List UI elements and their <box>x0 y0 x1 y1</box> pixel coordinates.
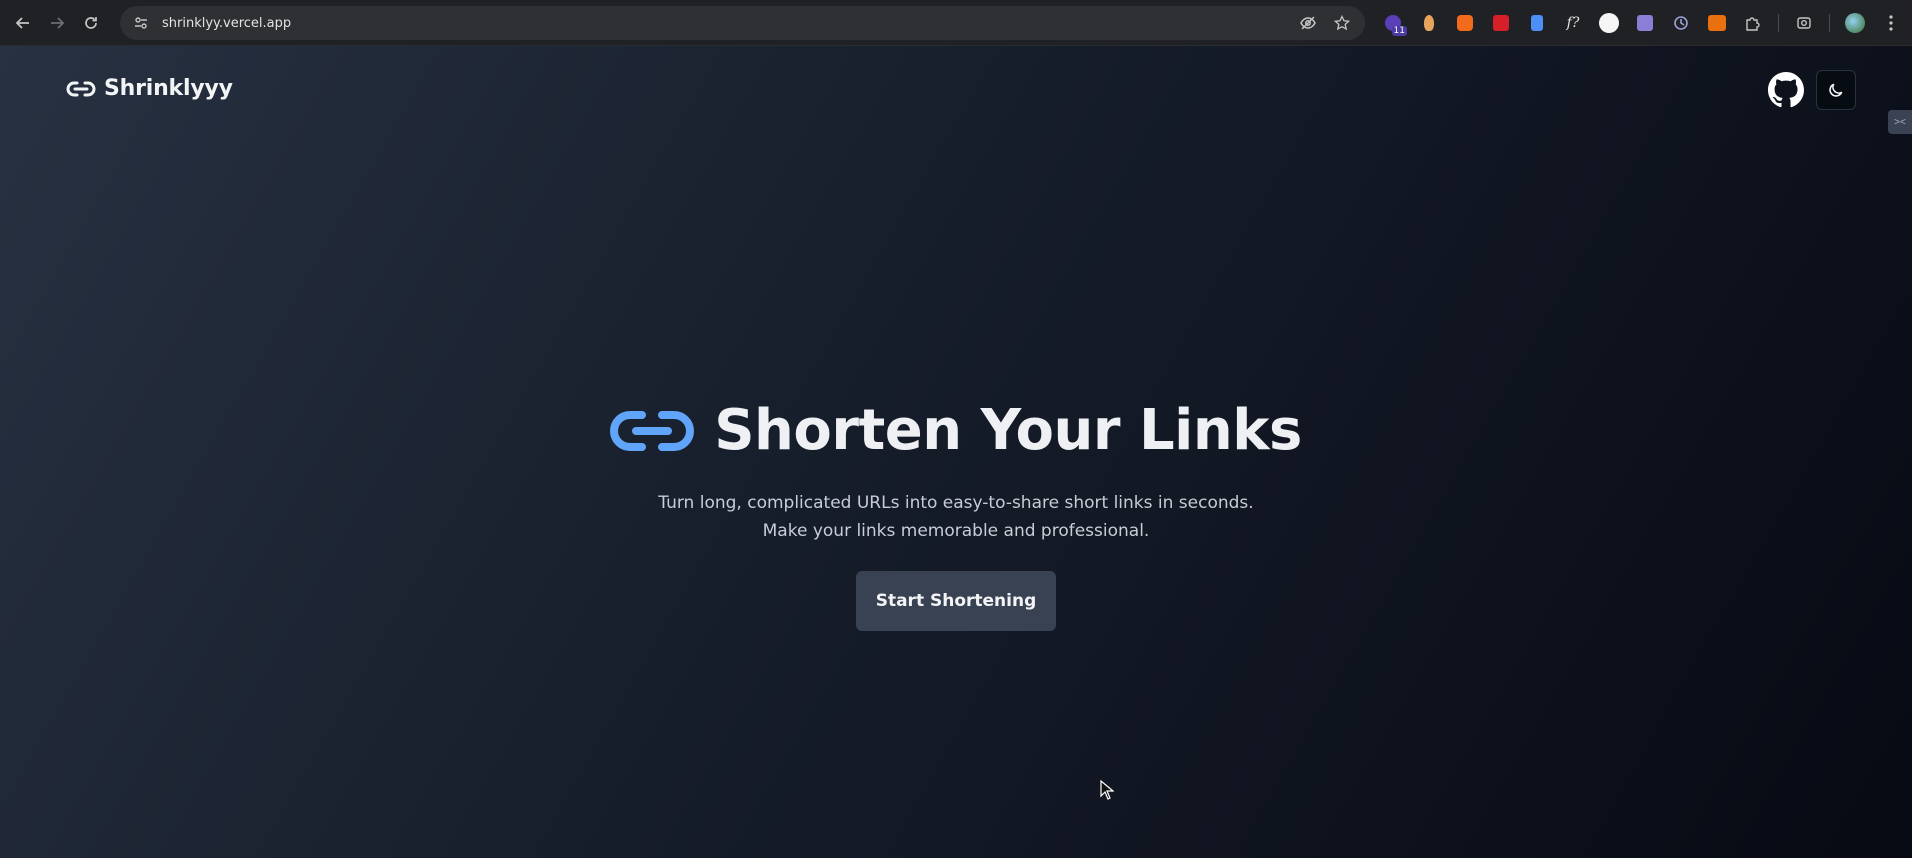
profile-avatar-button[interactable] <box>1840 8 1870 38</box>
screenshot-button[interactable] <box>1789 8 1819 38</box>
extension-fox[interactable] <box>1414 8 1444 38</box>
extension-mail[interactable] <box>1630 8 1660 38</box>
hero-section: Shorten Your Links Turn long, complicate… <box>0 398 1912 631</box>
header-actions <box>1766 70 1856 110</box>
reload-icon <box>85 16 97 29</box>
fox-extension-icon <box>1424 15 1434 31</box>
address-bar[interactable]: shrinklyy.vercel.app <box>120 6 1365 40</box>
brand-logo[interactable]: Shrinklyyy <box>66 76 233 101</box>
orange-extension-icon <box>1457 15 1473 31</box>
extension-orange[interactable] <box>1450 8 1480 38</box>
back-arrow-icon <box>15 16 29 29</box>
hero-subtitle: Turn long, complicated URLs into easy-to… <box>0 489 1912 545</box>
extension-formula[interactable]: f? <box>1558 8 1588 38</box>
extension-white[interactable] <box>1594 8 1624 38</box>
extensions-tray: 11 f? <box>1378 7 1906 39</box>
browser-menu-button[interactable] <box>1876 8 1906 38</box>
tracking-protection-button[interactable] <box>1293 8 1323 38</box>
extension-history[interactable] <box>1666 8 1696 38</box>
page-title: Shorten Your Links <box>714 398 1302 463</box>
toolbar-separator <box>1829 14 1830 32</box>
screenshot-icon <box>1797 17 1811 29</box>
moon-icon <box>1829 83 1843 97</box>
start-shortening-button[interactable]: Start Shortening <box>856 571 1056 631</box>
side-panel-tab[interactable]: >< <box>1888 110 1912 134</box>
history-icon <box>1674 16 1688 30</box>
extensions-puzzle-icon <box>1746 17 1760 31</box>
lighthouse-extension-icon <box>1708 15 1726 31</box>
mail-extension-icon <box>1637 15 1653 31</box>
extension-lh[interactable] <box>1702 8 1732 38</box>
extension-purple[interactable]: 11 <box>1378 8 1408 38</box>
collapse-icon: >< <box>1894 116 1906 128</box>
star-icon <box>1334 15 1350 31</box>
hero-subtitle-line-2: Make your links memorable and profession… <box>762 521 1150 541</box>
blue-doc-extension-icon <box>1531 15 1543 31</box>
url-text[interactable]: shrinklyy.vercel.app <box>162 16 291 31</box>
forward-arrow-icon <box>51 16 65 29</box>
github-icon <box>1768 72 1804 108</box>
mouse-cursor-icon <box>1100 780 1114 800</box>
github-link[interactable] <box>1766 70 1806 110</box>
extensions-menu-button[interactable] <box>1738 8 1768 38</box>
extension-badge: 11 <box>1391 26 1407 36</box>
hero-title-row: Shorten Your Links <box>0 398 1912 463</box>
extension-red[interactable] <box>1486 8 1516 38</box>
white-circle-extension-icon <box>1599 13 1619 33</box>
more-vert-icon <box>1889 15 1893 31</box>
brand-name: Shrinklyyy <box>104 76 233 101</box>
extension-blue[interactable] <box>1522 8 1552 38</box>
profile-avatar-icon <box>1845 13 1865 33</box>
red-lock-extension-icon <box>1493 15 1509 31</box>
eye-off-icon <box>1300 16 1316 30</box>
forward-button[interactable] <box>40 6 74 40</box>
reload-button[interactable] <box>74 6 108 40</box>
link-icon <box>610 410 695 451</box>
site-info-button[interactable] <box>126 8 156 38</box>
back-button[interactable] <box>6 6 40 40</box>
theme-toggle-button[interactable] <box>1816 70 1856 110</box>
toolbar-separator <box>1778 14 1779 32</box>
site-info-icon <box>135 17 147 29</box>
browser-toolbar: shrinklyy.vercel.app 11 f? <box>0 0 1912 46</box>
hero-subtitle-line-1: Turn long, complicated URLs into easy-to… <box>658 493 1254 513</box>
bookmark-button[interactable] <box>1327 8 1357 38</box>
page: Shrinklyyy >< Shorten Your Links Turn lo… <box>0 46 1912 858</box>
formula-extension-icon: f? <box>1566 15 1580 31</box>
link-icon <box>66 81 96 96</box>
